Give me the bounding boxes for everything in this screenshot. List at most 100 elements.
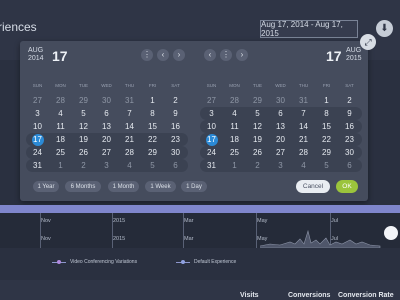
preset-1-year[interactable]: 1 Year	[33, 181, 59, 192]
calendar-day[interactable]: 18	[49, 134, 72, 146]
calendar-day[interactable]: 19	[246, 134, 269, 146]
column-header-visits[interactable]: Visits	[240, 292, 259, 299]
calendar-day[interactable]: 4	[118, 160, 141, 172]
calendar-day[interactable]: 25	[223, 147, 246, 159]
calendar-day[interactable]: 6	[164, 160, 187, 172]
calendar-day[interactable]: 1	[49, 160, 72, 172]
calendar-day[interactable]: 10	[26, 121, 49, 133]
calendar-day[interactable]: 19	[72, 134, 95, 146]
calendar-day[interactable]: 16	[338, 121, 361, 133]
preset-1-month[interactable]: 1 Month	[108, 181, 139, 192]
calendar-day[interactable]: 31	[118, 95, 141, 107]
column-header-conversion-rate[interactable]: Conversion Rate	[338, 292, 394, 299]
calendar-day[interactable]: 5	[246, 108, 269, 120]
calendar-day[interactable]: 13	[95, 121, 118, 133]
chevron-left-icon[interactable]: ‹	[204, 49, 216, 61]
calendar-day[interactable]: 20	[269, 134, 292, 146]
chevron-left-icon[interactable]: ‹	[157, 49, 169, 61]
calendar-day[interactable]: 26	[72, 147, 95, 159]
calendar-day[interactable]: 26	[246, 147, 269, 159]
calendar-day[interactable]: 30	[269, 95, 292, 107]
preset-6-months[interactable]: 6 Months	[65, 181, 101, 192]
more-options-icon[interactable]: ⋮	[220, 49, 232, 61]
cancel-button[interactable]: Cancel	[296, 180, 330, 193]
calendar-day[interactable]: 12	[72, 121, 95, 133]
calendar-day[interactable]: 18	[223, 134, 246, 146]
calendar-day[interactable]: 14	[118, 121, 141, 133]
calendar-day[interactable]: 6	[338, 160, 361, 172]
calendar-day[interactable]: 5	[72, 108, 95, 120]
calendar-day[interactable]: 16	[164, 121, 187, 133]
calendar-day[interactable]: 23	[338, 134, 361, 146]
calendar-day[interactable]: 28	[292, 147, 315, 159]
calendar-day[interactable]: 11	[223, 121, 246, 133]
legend-item-variations[interactable]: Video Conferencing Variations	[52, 259, 137, 265]
calendar-day[interactable]: 5	[141, 160, 164, 172]
calendar-day[interactable]: 21	[118, 134, 141, 146]
ok-button[interactable]: OK	[336, 180, 358, 193]
download-icon[interactable]: ⬇	[376, 20, 393, 37]
calendar-day[interactable]: 17	[205, 133, 218, 146]
calendar-day[interactable]: 27	[95, 147, 118, 159]
column-header-conversions[interactable]: Conversions	[288, 292, 330, 299]
calendar-day[interactable]: 4	[49, 108, 72, 120]
calendar-day[interactable]: 1	[141, 95, 164, 107]
calendar-day[interactable]: 6	[269, 108, 292, 120]
preset-1-day[interactable]: 1 Day	[181, 181, 207, 192]
legend-item-default[interactable]: Default Experience	[176, 259, 236, 265]
calendar-day[interactable]: 22	[141, 134, 164, 146]
calendar-day[interactable]: 3	[269, 160, 292, 172]
calendar-day[interactable]: 10	[200, 121, 223, 133]
calendar-day[interactable]: 15	[315, 121, 338, 133]
calendar-day[interactable]: 3	[26, 108, 49, 120]
calendar-day[interactable]: 21	[292, 134, 315, 146]
calendar-day[interactable]: 14	[292, 121, 315, 133]
calendar-day[interactable]: 27	[269, 147, 292, 159]
calendar-day[interactable]: 29	[315, 147, 338, 159]
calendar-day[interactable]: 8	[141, 108, 164, 120]
calendar-day[interactable]: 12	[246, 121, 269, 133]
calendar-day[interactable]: 28	[118, 147, 141, 159]
calendar-day[interactable]: 5	[315, 160, 338, 172]
calendar-day[interactable]: 28	[223, 95, 246, 107]
calendar-day[interactable]: 30	[338, 147, 361, 159]
calendar-day[interactable]: 31	[292, 95, 315, 107]
calendar-day[interactable]: 25	[49, 147, 72, 159]
calendar-day[interactable]: 1	[315, 95, 338, 107]
expand-icon[interactable]: ⤢	[360, 34, 376, 50]
calendar-day[interactable]: 4	[292, 160, 315, 172]
calendar-day[interactable]: 9	[164, 108, 187, 120]
calendar-day[interactable]: 30	[95, 95, 118, 107]
calendar-day[interactable]: 31	[26, 160, 49, 172]
calendar-day[interactable]: 1	[223, 160, 246, 172]
calendar-day[interactable]: 20	[95, 134, 118, 146]
calendar-day[interactable]: 29	[246, 95, 269, 107]
calendar-day[interactable]: 11	[49, 121, 72, 133]
calendar-day[interactable]: 23	[164, 134, 187, 146]
calendar-day[interactable]: 2	[164, 95, 187, 107]
calendar-day[interactable]: 8	[315, 108, 338, 120]
chevron-right-icon[interactable]: ›	[173, 49, 185, 61]
calendar-day[interactable]: 22	[315, 134, 338, 146]
calendar-day[interactable]: 27	[200, 95, 223, 107]
chevron-right-icon[interactable]: ›	[236, 49, 248, 61]
timeline-range-bar[interactable]	[0, 205, 400, 213]
calendar-day[interactable]: 7	[118, 108, 141, 120]
calendar-day[interactable]: 2	[246, 160, 269, 172]
calendar-day[interactable]: 7	[292, 108, 315, 120]
calendar-day[interactable]: 13	[269, 121, 292, 133]
calendar-day[interactable]: 17	[31, 133, 44, 146]
calendar-day[interactable]: 24	[26, 147, 49, 159]
timeline-navigator[interactable]: Nov 2015 Mar May Jul Nov 2015 Mar May Ju…	[0, 213, 400, 248]
calendar-day[interactable]: 31	[200, 160, 223, 172]
date-range-input[interactable]: Aug 17, 2014 - Aug 17, 2015	[260, 20, 358, 38]
preset-1-week[interactable]: 1 Week	[145, 181, 176, 192]
calendar-day[interactable]: 29	[72, 95, 95, 107]
calendar-day[interactable]: 2	[338, 95, 361, 107]
calendar-day[interactable]: 30	[164, 147, 187, 159]
calendar-day[interactable]: 4	[223, 108, 246, 120]
calendar-day[interactable]: 24	[200, 147, 223, 159]
calendar-day[interactable]: 15	[141, 121, 164, 133]
calendar-day[interactable]: 3	[95, 160, 118, 172]
calendar-day[interactable]: 9	[338, 108, 361, 120]
